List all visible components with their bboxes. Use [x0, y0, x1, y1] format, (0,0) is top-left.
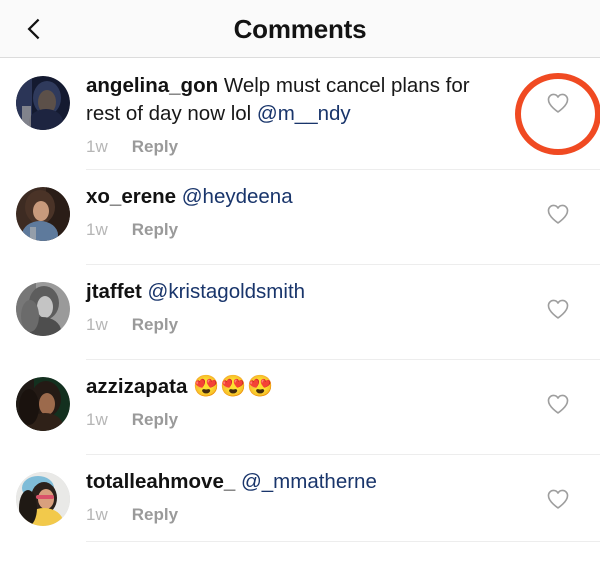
comment-meta: 1w Reply	[86, 137, 508, 157]
heart-outline-icon[interactable]	[545, 90, 571, 116]
comment-emoji: 😍😍😍	[193, 375, 275, 398]
reply-button[interactable]: Reply	[132, 220, 178, 240]
comment-body: totalleahmove_ @_mmatherne 1w Reply	[70, 468, 516, 525]
avatar[interactable]	[16, 472, 70, 526]
like-cell	[516, 183, 600, 227]
heart-outline-icon[interactable]	[545, 201, 571, 227]
comment-username[interactable]: angelina_gon	[86, 74, 218, 97]
like-cell	[516, 373, 600, 417]
avatar[interactable]	[16, 282, 70, 336]
comment-mention[interactable]: @_mmatherne	[241, 470, 377, 493]
comment-timestamp: 1w	[86, 505, 108, 524]
comment-text: azzizapata 😍😍😍	[86, 373, 508, 401]
comment-username[interactable]: azzizapata	[86, 375, 187, 398]
comment-username[interactable]: totalleahmove_	[86, 470, 235, 493]
comment-row[interactable]: totalleahmove_ @_mmatherne 1w Reply	[0, 454, 600, 549]
comment-row[interactable]: azzizapata 😍😍😍 1w Reply	[0, 359, 600, 454]
avatar-image	[16, 187, 70, 241]
comment-text: totalleahmove_ @_mmatherne	[86, 468, 508, 496]
comment-text: angelina_gon Welp must cancel plans for …	[86, 72, 508, 128]
avatar[interactable]	[16, 76, 70, 130]
heart-outline-icon[interactable]	[545, 391, 571, 417]
reply-button[interactable]: Reply	[132, 410, 178, 430]
comment-meta: 1w Reply	[86, 220, 508, 240]
reply-button[interactable]: Reply	[132, 505, 178, 525]
comment-list: angelina_gon Welp must cancel plans for …	[0, 58, 600, 549]
comment-body: azzizapata 😍😍😍 1w Reply	[70, 373, 516, 430]
avatar-image	[16, 377, 70, 431]
avatar-image	[16, 282, 70, 336]
avatar[interactable]	[16, 187, 70, 241]
like-cell	[516, 278, 600, 322]
like-cell	[516, 468, 600, 512]
back-button[interactable]	[14, 9, 54, 49]
heart-outline-icon[interactable]	[545, 486, 571, 512]
like-cell	[515, 72, 600, 155]
chevron-left-icon	[27, 18, 40, 39]
page-title: Comments	[233, 13, 367, 44]
comment-text: jtaffet @kristagoldsmith	[86, 278, 508, 306]
comment-row[interactable]: angelina_gon Welp must cancel plans for …	[0, 58, 600, 169]
comment-body: angelina_gon Welp must cancel plans for …	[70, 72, 516, 157]
comment-text: xo_erene @heydeena	[86, 183, 508, 211]
comment-row[interactable]: xo_erene @heydeena 1w Reply	[0, 169, 600, 264]
comment-mention[interactable]: @heydeena	[182, 185, 293, 208]
comment-meta: 1w Reply	[86, 505, 508, 525]
comment-timestamp: 1w	[86, 315, 108, 334]
comment-mention[interactable]: @kristagoldsmith	[148, 280, 306, 303]
comment-row[interactable]: jtaffet @kristagoldsmith 1w Reply	[0, 264, 600, 359]
comment-meta: 1w Reply	[86, 315, 508, 335]
avatar[interactable]	[16, 377, 70, 431]
comment-timestamp: 1w	[86, 137, 108, 156]
comment-username[interactable]: jtaffet	[86, 280, 142, 303]
instagram-comments-screen: Comments angelina_gon Welp must cancel p…	[0, 0, 600, 576]
header-bar: Comments	[0, 0, 600, 58]
avatar-image	[16, 76, 70, 130]
comment-timestamp: 1w	[86, 410, 108, 429]
reply-button[interactable]: Reply	[132, 137, 178, 157]
comment-username[interactable]: xo_erene	[86, 185, 176, 208]
comment-body: xo_erene @heydeena 1w Reply	[70, 183, 516, 240]
comment-meta: 1w Reply	[86, 410, 508, 430]
reply-button[interactable]: Reply	[132, 315, 178, 335]
comment-body: jtaffet @kristagoldsmith 1w Reply	[70, 278, 516, 335]
heart-outline-icon[interactable]	[545, 296, 571, 322]
comment-mention[interactable]: @m__ndy	[257, 102, 351, 125]
comment-timestamp: 1w	[86, 220, 108, 239]
avatar-image	[16, 472, 70, 526]
